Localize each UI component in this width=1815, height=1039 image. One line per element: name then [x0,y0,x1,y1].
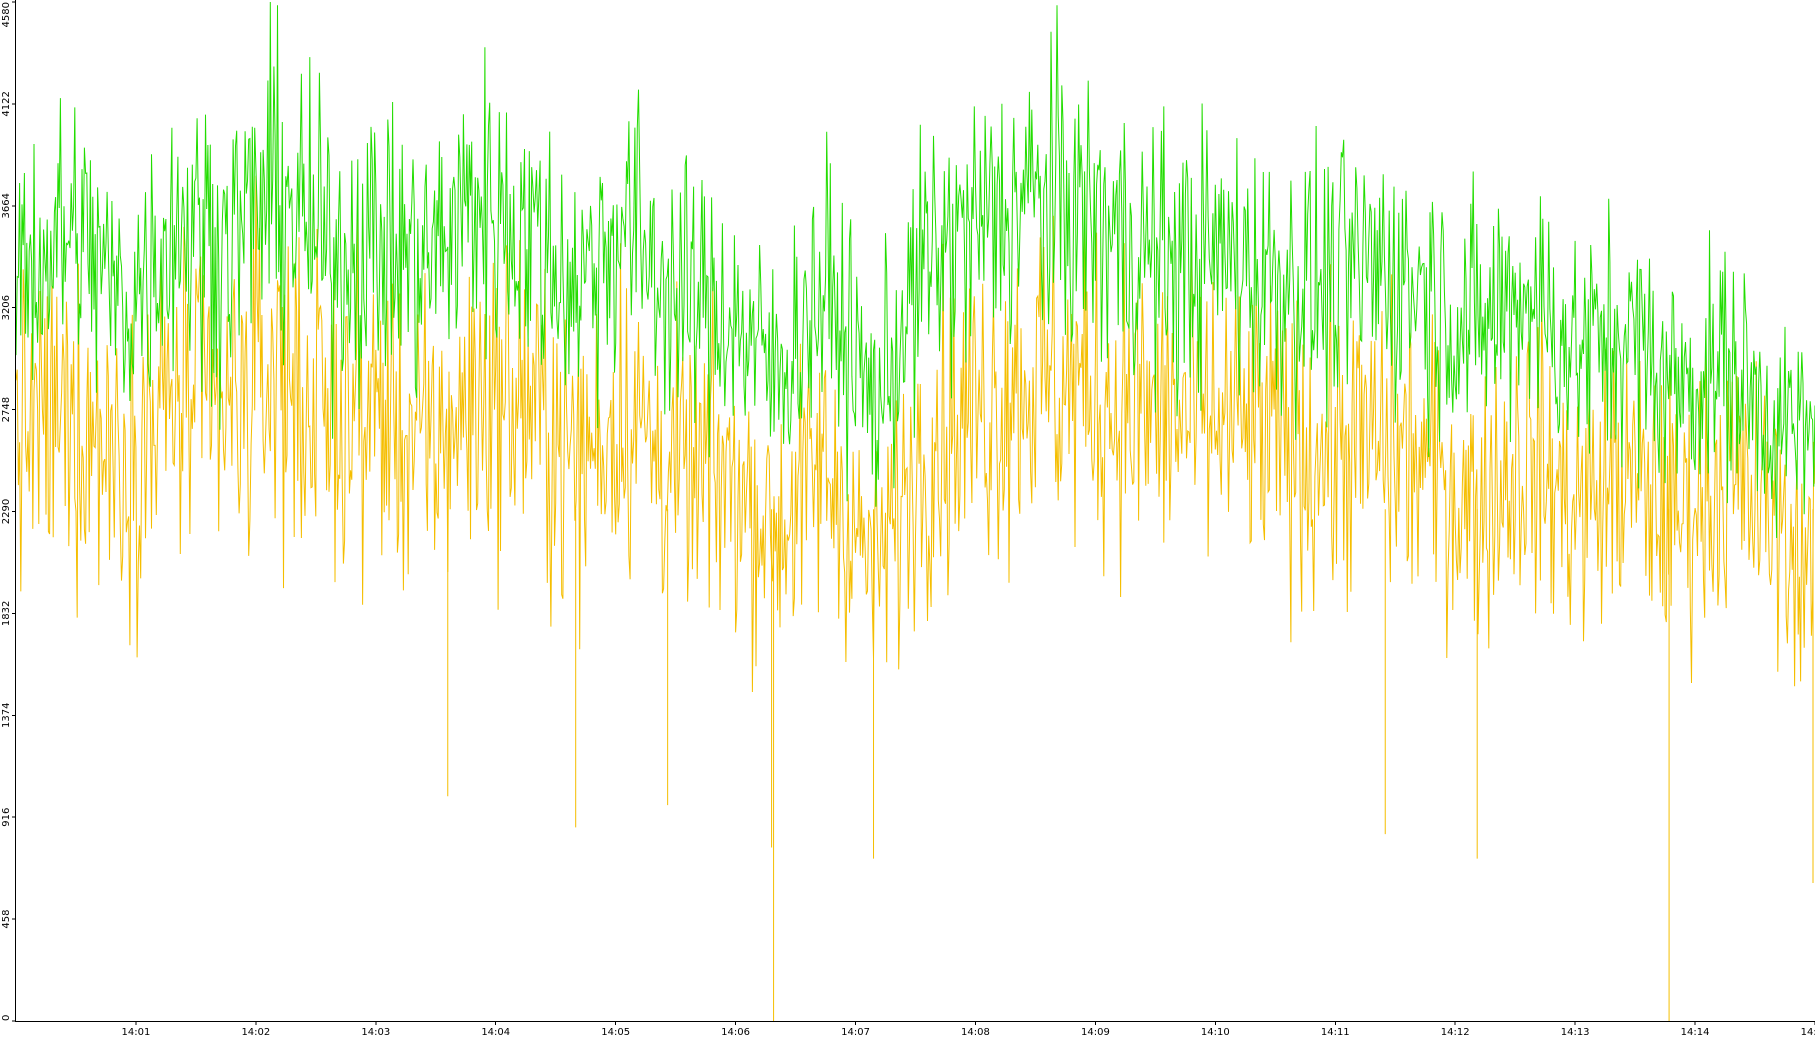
x-tick-label: 14:02 [241,1027,270,1038]
series-line-1 [15,175,1815,693]
x-tick-label: 14:08 [961,1027,990,1038]
y-tick-label: 3206 [1,295,12,320]
plot-area [15,1,1815,1021]
y-tick-label: 2748 [1,397,12,422]
x-tick-label: 14:01 [122,1027,151,1038]
x-tick-label: 14:12 [1441,1027,1470,1038]
x-tick-label: 14:03 [361,1027,390,1038]
x-tick-label: 14:07 [841,1027,870,1038]
y-tick-label: 1832 [1,601,12,626]
y-tick-label: 1374 [1,703,12,728]
y-tick-label: 2290 [1,499,12,524]
x-axis: 14:01 14:02 14:03 14:04 14:05 14:06 14:07 14:08… [15,1021,1815,1038]
x-tick-label: 14:13 [1561,1027,1590,1038]
y-axis: 0 458 916 1374 1832 2290 2748 3206 3664 4122 4580 [1,0,16,1022]
time-series-chart: 045891613741832229027483206366441224580 … [1,0,1815,1038]
x-tick-label: 14:05 [601,1027,630,1038]
y-tick-label: 0 [1,1015,12,1021]
x-tick-label: 14:15 [1801,1027,1815,1038]
x-tick-label: 14:14 [1681,1027,1710,1038]
y-tick-label: 4580 [1,2,12,27]
x-tick-label: 14:09 [1081,1027,1110,1038]
y-tick-label: 458 [1,910,12,929]
y-tick-label: 4122 [1,91,12,116]
y-tick-label: 3664 [1,193,12,218]
x-tick-label: 14:10 [1201,1027,1230,1038]
y-tick-label: 916 [1,808,12,827]
x-tick-label: 14:04 [481,1027,510,1038]
x-tick-label: 14:11 [1321,1027,1350,1038]
x-tick-label: 14:06 [721,1027,750,1038]
